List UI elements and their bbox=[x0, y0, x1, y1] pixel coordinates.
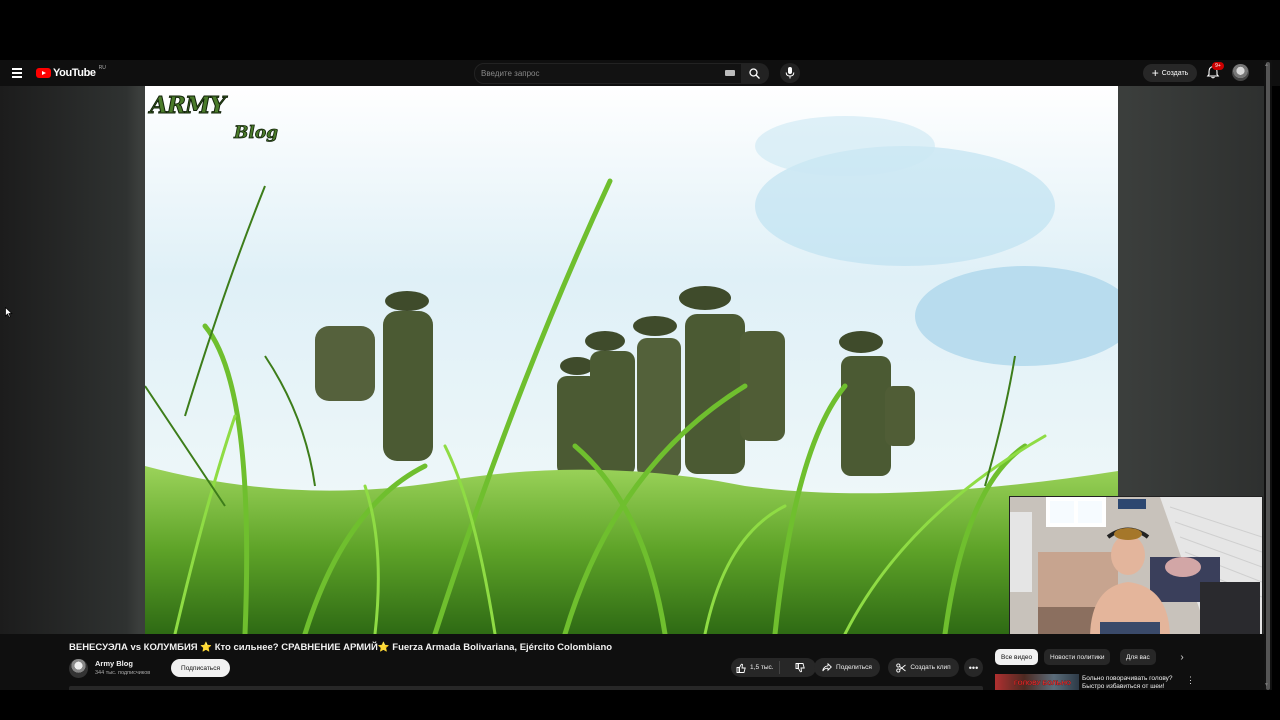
recommendation-thumb-text: ГОЛОВУ БОЛЬНО bbox=[1014, 680, 1071, 687]
search-button[interactable] bbox=[741, 63, 769, 84]
scroll-up-arrow-icon[interactable]: ▲ bbox=[1264, 62, 1269, 68]
notification-badge: 9+ bbox=[1212, 62, 1224, 70]
channel-watermark: ARMY Blog bbox=[150, 92, 279, 144]
chip-for-you[interactable]: Для вас bbox=[1120, 649, 1156, 665]
search-icon bbox=[749, 68, 760, 79]
plus-icon: + bbox=[1151, 66, 1159, 80]
chevron-right-icon[interactable]: › bbox=[1177, 649, 1187, 665]
clip-label: Создать клип bbox=[910, 664, 951, 671]
dislike-icon bbox=[795, 662, 805, 672]
watermark-text-2: Blog bbox=[234, 123, 279, 144]
chip-all-videos[interactable]: Все видео bbox=[995, 649, 1039, 665]
youtube-logo-icon bbox=[36, 68, 51, 78]
masthead: YouTube RU + Создать 9+ bbox=[0, 60, 1280, 86]
more-icon: ••• bbox=[968, 662, 979, 673]
kebab-icon[interactable]: ⋮ bbox=[1186, 675, 1195, 686]
youtube-logo[interactable]: YouTube RU bbox=[36, 65, 106, 81]
channel-avatar[interactable] bbox=[69, 659, 88, 678]
scissors-icon bbox=[896, 662, 907, 673]
like-dislike-group: 1,5 тыс. bbox=[731, 658, 816, 677]
share-label: Поделиться bbox=[836, 664, 872, 671]
like-icon bbox=[736, 663, 746, 673]
subscribe-button[interactable]: Подписаться bbox=[171, 659, 230, 677]
create-clip-button[interactable]: Создать клип bbox=[888, 658, 959, 677]
watermark-text-1: ARMY bbox=[150, 92, 227, 120]
create-button[interactable]: + Создать bbox=[1143, 64, 1197, 82]
video-info: ВЕНЕСУЭЛА vs КОЛУМБИЯ ⭐ Кто сильнее? СРА… bbox=[0, 634, 1264, 690]
logo-region: RU bbox=[98, 65, 106, 71]
mouse-cursor-icon bbox=[5, 307, 13, 318]
recommendation-thumbnail[interactable]: ГОЛОВУ БОЛЬНО bbox=[995, 674, 1079, 690]
subscriber-count: 344 тыс. подписчиков bbox=[95, 670, 151, 676]
scrollbar-thumb[interactable] bbox=[1266, 62, 1270, 690]
video-title: ВЕНЕСУЭЛА vs КОЛУМБИЯ ⭐ Кто сильнее? СРА… bbox=[69, 642, 613, 653]
share-button[interactable]: Поделиться bbox=[814, 658, 880, 677]
video-frame bbox=[145, 86, 1118, 634]
keyboard-icon[interactable] bbox=[725, 70, 735, 76]
like-button[interactable]: 1,5 тыс. bbox=[731, 661, 780, 674]
share-icon bbox=[822, 663, 832, 672]
mic-icon bbox=[785, 67, 795, 79]
dislike-button[interactable] bbox=[784, 662, 816, 673]
webcam-overlay bbox=[1009, 496, 1263, 640]
logo-text: YouTube bbox=[53, 67, 96, 79]
account-avatar[interactable] bbox=[1232, 64, 1249, 81]
like-count: 1,5 тыс. bbox=[750, 664, 774, 671]
voice-search-button[interactable] bbox=[780, 63, 800, 83]
search-input[interactable] bbox=[481, 67, 711, 79]
menu-icon[interactable] bbox=[12, 68, 22, 78]
create-label: Создать bbox=[1161, 69, 1189, 77]
scroll-down-arrow-icon[interactable]: ▼ bbox=[1264, 682, 1269, 688]
description-box[interactable] bbox=[69, 686, 983, 690]
more-actions-button[interactable]: ••• bbox=[964, 658, 983, 677]
recommendation-title[interactable]: Больно поворачивать голову? Быстро избав… bbox=[1082, 675, 1184, 690]
search-box bbox=[474, 63, 742, 84]
channel-name[interactable]: Army Blog bbox=[95, 659, 133, 668]
chip-politics-news[interactable]: Новости политики bbox=[1044, 649, 1111, 665]
